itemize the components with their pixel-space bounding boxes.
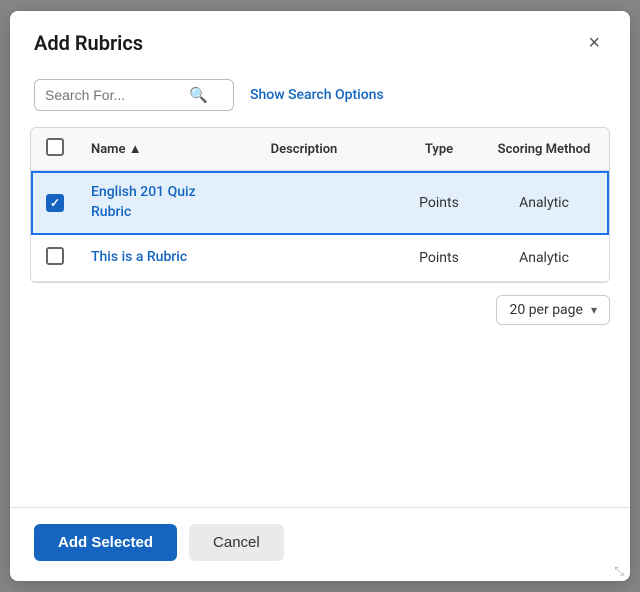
per-page-selector[interactable]: 20 per page ▾ — [496, 295, 610, 325]
select-all-checkbox[interactable] — [46, 138, 64, 156]
search-box: 🔍 — [34, 79, 234, 111]
table-header-row: Name ▲ Description Type Scoring Method — [31, 128, 609, 171]
rubric-scoring: Analytic — [479, 235, 609, 282]
rubric-description — [209, 171, 399, 235]
add-selected-button[interactable]: Add Selected — [34, 524, 177, 561]
search-icon: 🔍 — [189, 86, 208, 104]
search-input[interactable] — [45, 87, 185, 103]
chevron-down-icon: ▾ — [591, 303, 597, 317]
pagination-row: 20 per page ▾ — [10, 283, 630, 337]
rubric-name-link[interactable]: English 201 Quiz Rubric — [91, 184, 196, 220]
add-rubrics-modal: Add Rubrics × 🔍 Show Search Options Name… — [10, 11, 630, 581]
row-checkbox[interactable] — [46, 194, 64, 212]
rubric-description — [209, 235, 399, 282]
rubric-type: Points — [399, 171, 479, 235]
header-check — [31, 128, 79, 171]
per-page-label: 20 per page — [509, 302, 582, 318]
table-row[interactable]: English 201 Quiz Rubric PointsAnalytic — [31, 171, 609, 235]
header-description: Description — [209, 128, 399, 171]
table-row[interactable]: This is a Rubric PointsAnalytic — [31, 235, 609, 282]
rubrics-table: Name ▲ Description Type Scoring Method E… — [31, 128, 609, 282]
row-checkbox[interactable] — [46, 247, 64, 265]
cancel-button[interactable]: Cancel — [189, 524, 284, 561]
rubrics-table-container: Name ▲ Description Type Scoring Method E… — [30, 127, 610, 283]
header-scoring: Scoring Method — [479, 128, 609, 171]
show-search-options-link[interactable]: Show Search Options — [250, 87, 384, 103]
rubric-name-link[interactable]: This is a Rubric — [91, 249, 187, 265]
modal-header: Add Rubrics × — [10, 11, 630, 71]
header-type: Type — [399, 128, 479, 171]
resize-handle[interactable]: ⤡ — [614, 565, 624, 577]
rubric-scoring: Analytic — [479, 171, 609, 235]
close-button[interactable]: × — [582, 31, 606, 55]
search-row: 🔍 Show Search Options — [10, 71, 630, 127]
rubric-type: Points — [399, 235, 479, 282]
modal-footer: Add Selected Cancel — [10, 507, 630, 581]
modal-title: Add Rubrics — [34, 31, 143, 55]
table-body: English 201 Quiz RubricPointsAnalyticThi… — [31, 171, 609, 282]
header-name: Name ▲ — [79, 128, 209, 171]
